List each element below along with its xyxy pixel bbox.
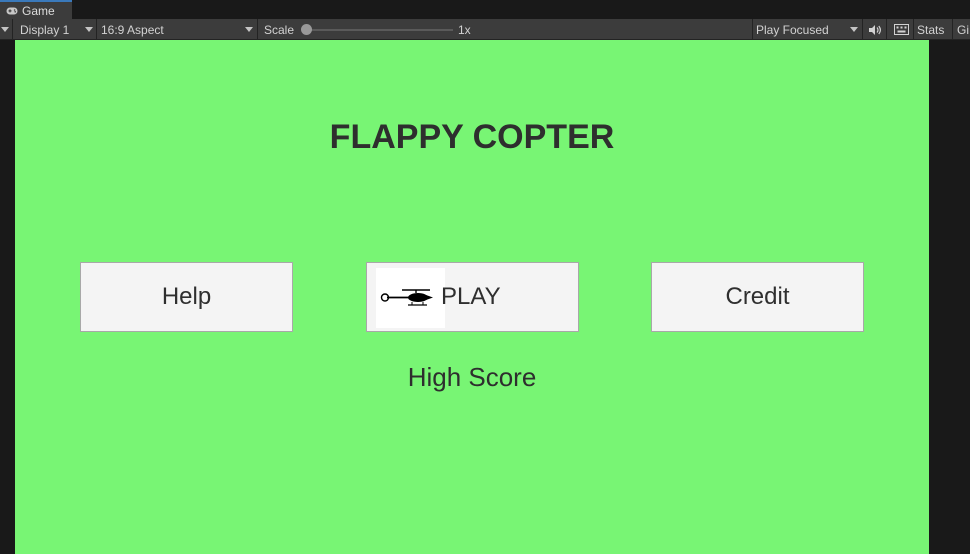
- display-label: Display 1: [20, 22, 70, 37]
- high-score-label: High Score: [407, 362, 537, 392]
- play-mode-dropdown[interactable]: Play Focused: [752, 19, 862, 40]
- tab-game[interactable]: Game: [0, 0, 72, 19]
- divider: [913, 19, 914, 40]
- chevron-down-icon: [245, 27, 253, 32]
- tab-strip: Game: [0, 0, 970, 19]
- divider: [952, 19, 953, 40]
- game-toolbar: Display 1 16:9 Aspect Scale 1x Play Focu…: [0, 19, 970, 40]
- game-view: FLAPPY COPTER Help PLAY Credit High Scor…: [15, 40, 929, 554]
- keyboard-icon: [893, 24, 909, 35]
- play-mode-label: Play Focused: [756, 22, 829, 37]
- game-title: FLAPPY COPTER: [329, 118, 615, 156]
- help-button-label: Help: [161, 283, 212, 310]
- scale-slider-thumb[interactable]: [301, 24, 312, 35]
- credit-button-label: Credit: [725, 283, 790, 310]
- gamepad-icon: [6, 7, 18, 14]
- tab-label: Game: [22, 3, 55, 18]
- play-button-image: [376, 268, 445, 328]
- chevron-down-icon: [850, 27, 858, 32]
- play-button[interactable]: PLAY: [366, 262, 579, 332]
- play-button-label: PLAY: [441, 283, 501, 310]
- helicopter-icon: [380, 289, 433, 306]
- mute-audio-button[interactable]: [866, 19, 884, 40]
- stats-button[interactable]: Stats: [917, 19, 944, 40]
- display-dropdown[interactable]: Display 1: [12, 19, 96, 40]
- chevron-down-icon: [85, 27, 93, 32]
- keyboard-shortcuts-button[interactable]: [890, 19, 912, 40]
- divider: [257, 19, 258, 40]
- gizmos-button[interactable]: Gi: [957, 19, 969, 40]
- chevron-down-icon[interactable]: [1, 27, 9, 32]
- aspect-label: 16:9 Aspect: [101, 22, 164, 37]
- scale-value: 1x: [458, 22, 471, 37]
- aspect-dropdown[interactable]: 16:9 Aspect: [96, 19, 258, 40]
- credit-button[interactable]: Credit: [651, 262, 864, 332]
- scale-slider-track[interactable]: [305, 29, 453, 31]
- divider: [886, 19, 887, 40]
- scale-label: Scale: [264, 22, 295, 37]
- divider: [862, 19, 863, 40]
- help-button[interactable]: Help: [80, 262, 293, 332]
- speaker-icon: [869, 24, 881, 35]
